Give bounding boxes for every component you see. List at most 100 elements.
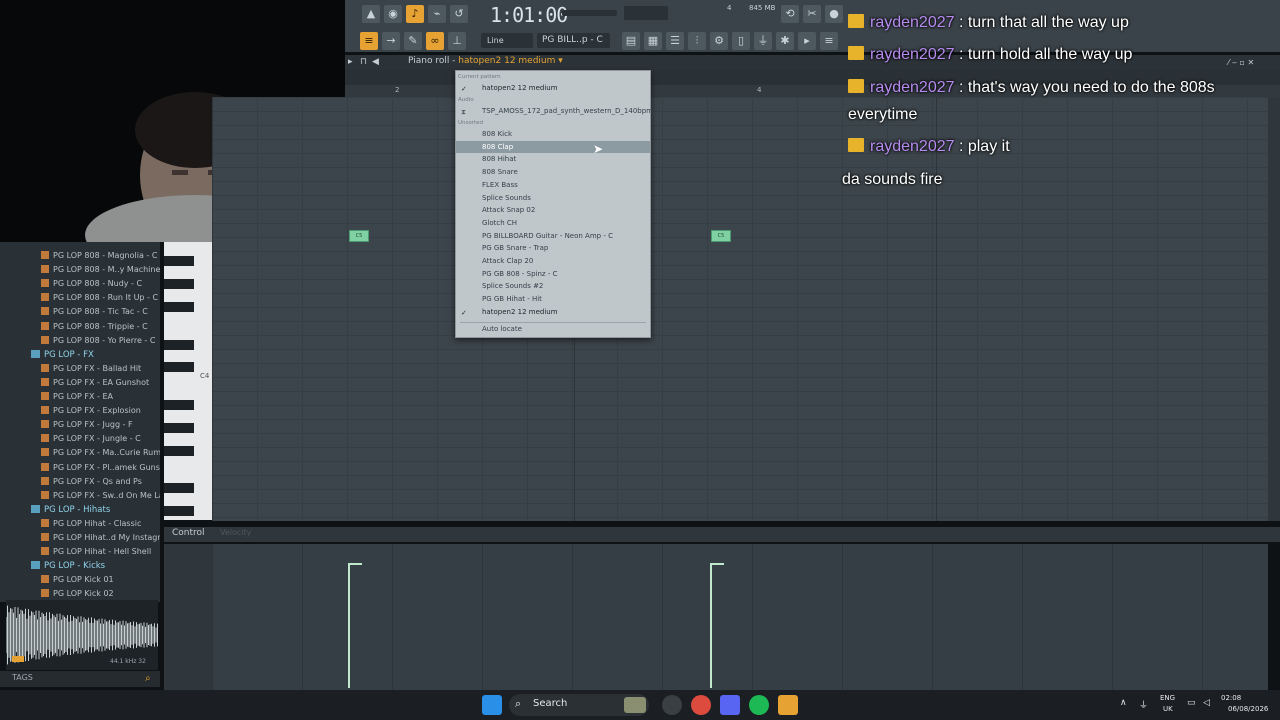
file-icon[interactable]: ▯ (732, 32, 750, 50)
pattern-select[interactable]: PG BILL..p - C (537, 33, 610, 48)
pattern-song-toggle-icon[interactable]: ▲ (362, 5, 380, 23)
speaker-icon[interactable]: ◀ (372, 57, 379, 67)
windows-start-icon[interactable] (482, 695, 502, 715)
menu-item[interactable]: Splice Sounds (456, 192, 650, 204)
browser-item[interactable]: PG LOP Kick 01 (0, 573, 160, 587)
menu-item[interactable]: PG GB Hihat - Hit (456, 293, 650, 305)
magnet-icon[interactable]: ⊓ (360, 57, 367, 67)
browser-item[interactable]: PG LOP FX - EA Gunshot (0, 376, 160, 390)
control-label[interactable]: Control (172, 528, 205, 538)
cut-icon[interactable]: ✂ (803, 5, 821, 23)
volume-icon[interactable]: ◁ (1203, 698, 1210, 708)
search-icon[interactable]: ⌕ (145, 673, 151, 684)
browser-folder[interactable]: PG LOP - FX (0, 348, 160, 362)
chain-link-icon[interactable]: ∞ (426, 32, 444, 50)
black-key[interactable] (164, 256, 194, 266)
spotify-icon[interactable] (749, 695, 769, 715)
note-block[interactable]: C5 (711, 230, 731, 242)
menu-item[interactable]: Splice Sounds #2 (456, 280, 650, 292)
menu-item[interactable]: PG GB 808 - Spinz - C (456, 268, 650, 280)
menu-item-auto-locate[interactable]: Auto locate (456, 323, 650, 335)
black-key[interactable] (164, 400, 194, 410)
menu-item[interactable]: hatopen2 12 medium (456, 306, 650, 318)
browser-item[interactable]: PG LOP 808 - Yo Pierre - C (0, 334, 160, 348)
black-key[interactable] (164, 446, 194, 456)
browser-item[interactable]: PG LOP Hihat - Classic (0, 517, 160, 531)
tools-icon[interactable]: ✱ (776, 32, 794, 50)
velocity-handle[interactable] (348, 563, 362, 565)
channel-rack-icon[interactable]: ☰ (666, 32, 684, 50)
velocity-lane[interactable] (212, 544, 1268, 690)
browser-item[interactable]: PG LOP FX - Explosion (0, 404, 160, 418)
note-block[interactable]: C5 (349, 230, 369, 242)
black-key[interactable] (164, 506, 194, 516)
menu-item[interactable]: Glotch CH (456, 217, 650, 229)
browser-item[interactable]: PG LOP 808 - Nudy - C (0, 277, 160, 291)
clock-date[interactable]: 06/08/2026 (1228, 705, 1268, 713)
snap-select[interactable]: Line (481, 33, 533, 48)
record-mode-icon[interactable]: ◉ (384, 5, 402, 23)
wait-input-icon[interactable]: ⌁ (428, 5, 446, 23)
black-key[interactable] (164, 302, 194, 312)
black-key[interactable] (164, 423, 194, 433)
menu-item[interactable]: PG GB Snare - Trap (456, 242, 650, 254)
menu-item[interactable]: 808 Kick (456, 128, 650, 140)
menu-item[interactable]: 808 Snare (456, 166, 650, 178)
piano-roll-target[interactable]: hatopen2 12 medium (458, 56, 555, 66)
menu-item[interactable]: 808 Clap (456, 140, 650, 153)
settings-icon[interactable]: ≡ (820, 32, 838, 50)
discord-icon[interactable] (720, 695, 740, 715)
pencil-icon[interactable]: ✎ (404, 32, 422, 50)
vertical-scrollbar[interactable] (1268, 97, 1280, 521)
undo-icon[interactable]: ⟲ (781, 5, 799, 23)
render-icon[interactable]: ▸ (798, 32, 816, 50)
menu-item-audio[interactable]: TSP_AMOSS_172_pad_synth_western_D_140bpm (456, 105, 653, 117)
plug-icon[interactable]: ⏚ (754, 32, 772, 50)
browser-item[interactable]: PG LOP 808 - Run It Up - C (0, 291, 160, 305)
clock-time[interactable]: 02:08 (1221, 694, 1241, 702)
view-icon[interactable]: ▤ (622, 32, 640, 50)
browser-item[interactable]: PG LOP FX - EA (0, 390, 160, 404)
velocity-bar[interactable] (710, 564, 712, 688)
chevron-down-icon[interactable]: ▾ (555, 56, 563, 66)
tempo-slider[interactable] (562, 10, 617, 16)
stamp-icon[interactable]: ⊥ (448, 32, 466, 50)
mixer-icon[interactable]: ▦ (644, 32, 662, 50)
browser-item[interactable]: PG LOP FX - Jungle - C (0, 432, 160, 446)
browser-folder[interactable]: PG LOP - Kicks (0, 559, 160, 573)
language-top[interactable]: ENG (1160, 694, 1175, 702)
browser-item[interactable]: PG LOP Hihat - Hell Shell (0, 545, 160, 559)
piano-roll-menu-icon[interactable]: ≡ (360, 32, 378, 50)
menu-item-current[interactable]: hatopen2 12 medium (456, 82, 650, 94)
mic-tray-icon[interactable]: ⏚ (1139, 698, 1148, 711)
browser-item[interactable]: PG LOP FX - Pl..amek Gunshot (0, 461, 160, 475)
browser-item[interactable]: PG LOP FX - Qs and Ps (0, 475, 160, 489)
language-bottom[interactable]: UK (1163, 705, 1173, 713)
browser-item[interactable]: PG LOP FX - Ma..Curie Rumble (0, 446, 160, 460)
note-grid[interactable] (212, 97, 1268, 521)
browser-item[interactable]: PG LOP 808 - Tic Tac - C (0, 305, 160, 319)
arrow-icon[interactable]: ▸ (348, 57, 353, 67)
velocity-bar[interactable] (348, 564, 350, 688)
tags-label[interactable]: TAGS (12, 673, 33, 682)
black-key[interactable] (164, 279, 194, 289)
arrow-right-icon[interactable]: → (382, 32, 400, 50)
faders-icon[interactable]: ⫶ (688, 32, 706, 50)
mic-icon[interactable]: ● (825, 5, 843, 23)
menu-item[interactable]: 808 Hihat (456, 153, 650, 165)
black-key[interactable] (164, 362, 194, 372)
loop-record-icon[interactable]: ↺ (450, 5, 468, 23)
browser-item[interactable]: PG LOP Hihat..d My Instagram (0, 531, 160, 545)
piano-roll-title[interactable]: Piano roll - hatopen2 12 medium ▾ (408, 56, 563, 66)
velocity-handle[interactable] (710, 563, 724, 565)
browser-item[interactable]: PG LOP FX - Jugg - F (0, 418, 160, 432)
browser-item[interactable]: PG LOP FX - Sw..d On Me Lazer (0, 489, 160, 503)
browser-item[interactable]: PG LOP 808 - Magnolia - C (0, 249, 160, 263)
menu-item[interactable]: Attack Clap 20 (456, 255, 650, 267)
window-controls[interactable]: ⁄ ‒ ▫ ✕ (1228, 58, 1254, 67)
menu-item[interactable]: PG BILLBOARD Guitar - Neon Amp - C (456, 230, 650, 242)
network-icon[interactable]: ▭ (1187, 698, 1196, 708)
browser-item[interactable]: PG LOP 808 - Trippie - C (0, 320, 160, 334)
black-key[interactable] (164, 483, 194, 493)
fl-studio-icon[interactable] (778, 695, 798, 715)
